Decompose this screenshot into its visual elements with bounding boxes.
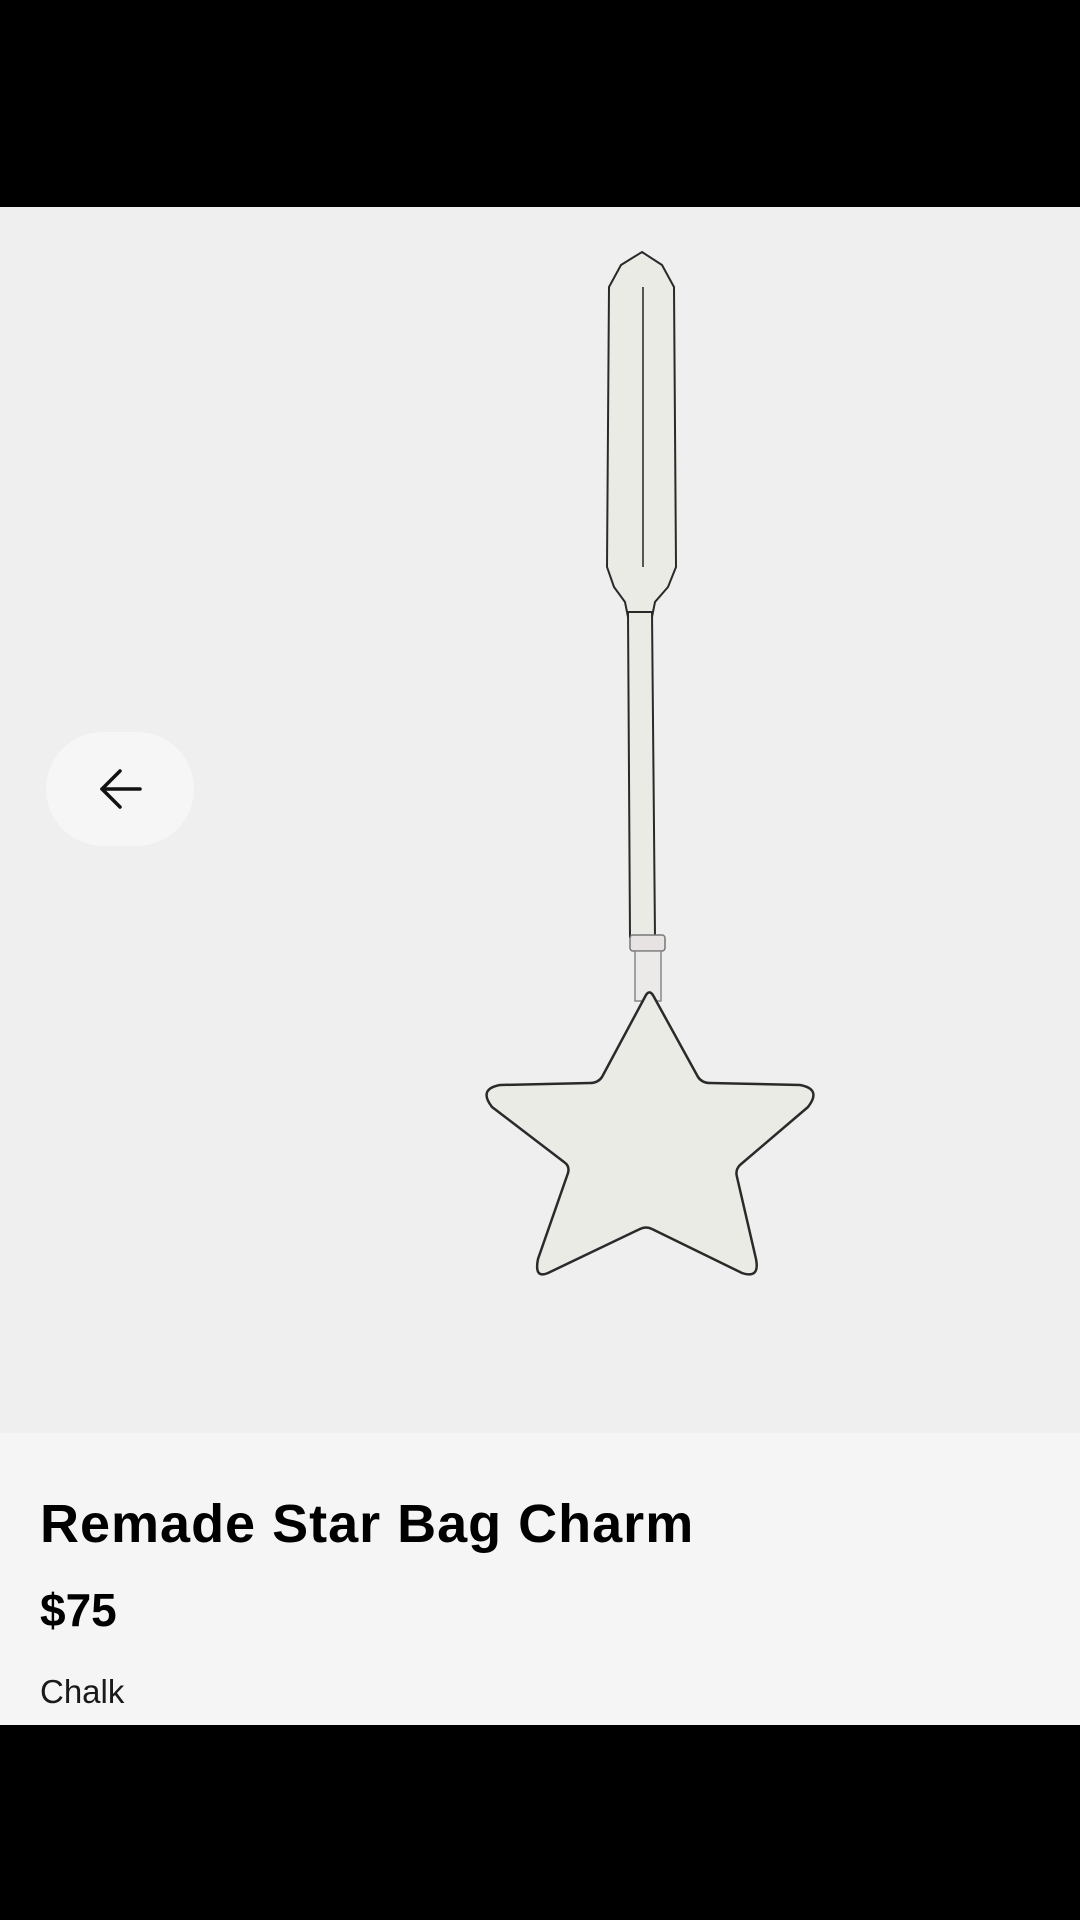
product-color-name: Chalk (40, 1673, 125, 1710)
charm-loop (629, 934, 666, 952)
status-bar (0, 0, 1080, 207)
navigation-bar (0, 1725, 1080, 1920)
charm-strap-tab (605, 250, 678, 618)
product-title: Remade Star Bag Charm (40, 1494, 695, 1554)
charm-strap-stem (626, 611, 657, 938)
product-price: $75 (40, 1584, 117, 1636)
previous-image-button[interactable] (46, 732, 194, 846)
product-image-carousel[interactable] (0, 207, 1080, 1433)
arrow-left-icon (100, 769, 142, 809)
charm-star (485, 991, 815, 1276)
product-info: Remade Star Bag Charm $75 Chalk (0, 1433, 1080, 1725)
